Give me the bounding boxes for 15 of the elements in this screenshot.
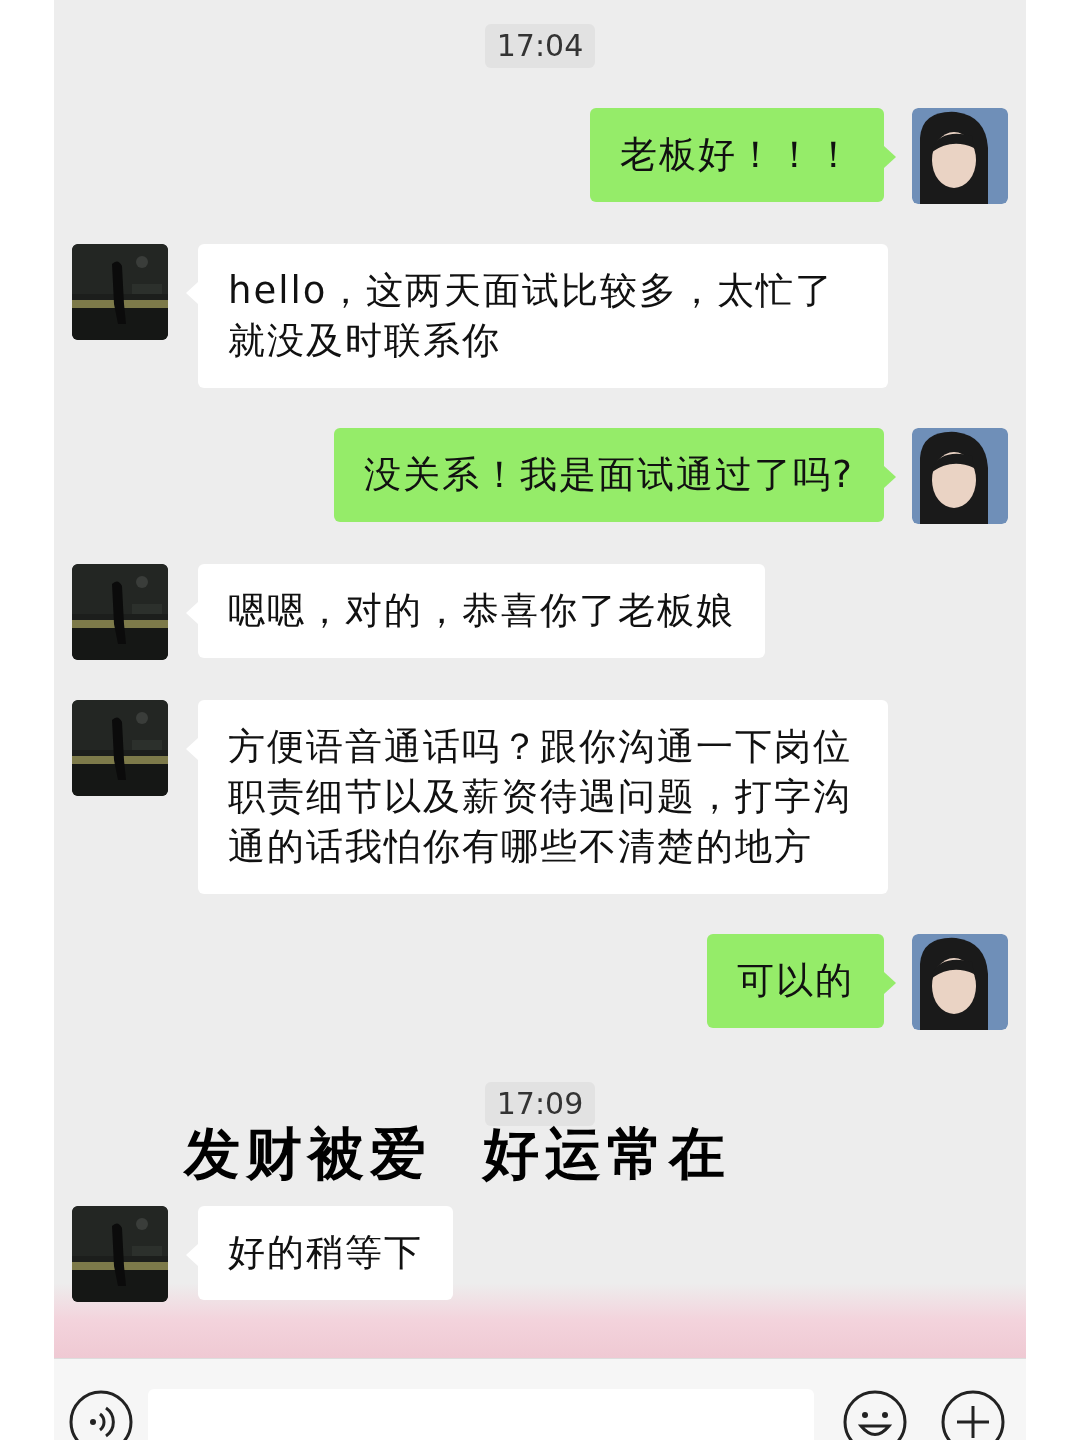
message-bubble: 可以的	[707, 934, 884, 1028]
message-bubble: 好的稍等下	[198, 1206, 453, 1300]
message-bubble: hello，这两天面试比较多，太忙了就没及时联系你	[198, 244, 888, 388]
bubble-tail-icon	[884, 466, 896, 488]
message-bubble: 嗯嗯，对的，恭喜你了老板娘	[198, 564, 765, 658]
timestamp: 17:09	[484, 1082, 596, 1126]
emoji-icon[interactable]	[842, 1389, 908, 1440]
voice-icon[interactable]	[68, 1389, 134, 1440]
timestamp: 17:04	[484, 24, 596, 68]
message-bubble: 老板好！！！	[590, 108, 884, 202]
message-bubble: 没关系！我是面试通过了吗?	[334, 428, 884, 522]
message-bubble: 方便语音通话吗？跟你沟通一下岗位职责细节以及薪资待遇问题，打字沟通的话我怕你有哪些不清楚的地方	[198, 700, 888, 894]
plus-icon[interactable]	[940, 1389, 1006, 1440]
bubble-tail-icon	[884, 146, 896, 168]
bubble-tail-icon	[884, 972, 896, 994]
